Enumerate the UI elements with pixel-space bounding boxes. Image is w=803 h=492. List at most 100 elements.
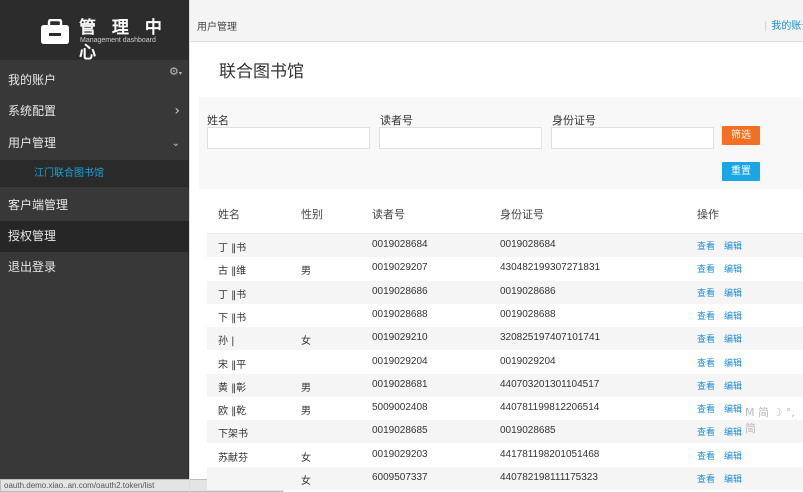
table-row: 古 ‖维 男 0019029207 430482199307271831 查看 编辑: [207, 257, 803, 280]
logo: 管 理 中 心 Management dashboard: [0, 0, 189, 63]
col-header-gender: 性别: [301, 208, 323, 221]
cell-name: 黄 ‖彰: [218, 382, 247, 394]
col-header-actions: 操作: [697, 208, 719, 221]
edit-link[interactable]: 编辑: [724, 472, 742, 485]
edit-link[interactable]: 编辑: [724, 379, 742, 392]
cell-reader: 5009002408: [372, 402, 428, 414]
cell-reader: 6009507337: [372, 472, 428, 483]
cell-reader: 0019029207: [372, 262, 428, 274]
cell-reader: 0019028688: [372, 308, 428, 320]
cell-gender: 女: [301, 452, 311, 464]
search-button[interactable]: 筛选: [722, 126, 760, 145]
edit-link[interactable]: 编辑: [724, 402, 742, 415]
cell-gender: 男: [301, 382, 311, 394]
name-input[interactable]: [207, 127, 370, 149]
chevron-right-icon: ›: [174, 103, 180, 119]
cell-reader: 0019029204: [372, 355, 428, 367]
sidebar-subitem-label: 江门联合图书馆: [34, 168, 104, 179]
cell-reader: 0019028684: [372, 239, 428, 250]
view-link[interactable]: 查看: [697, 332, 715, 345]
view-link[interactable]: 查看: [697, 309, 715, 322]
top-links: |我的账号|退: [760, 17, 803, 32]
edit-link[interactable]: 编辑: [724, 262, 742, 275]
id-input[interactable]: [551, 127, 714, 149]
sidebar-item-label: 我的账户: [8, 73, 57, 87]
cell-name: 丁 ‖书: [218, 243, 247, 254]
cell-id: 0019028688: [500, 308, 556, 320]
sidebar-item-label: 用户管理: [8, 136, 57, 150]
sidebar-subitem-jiangmen-library[interactable]: 江门联合图书馆: [0, 160, 189, 187]
cell-reader: 0019028681: [372, 378, 428, 390]
cell-id: 0019028684: [500, 239, 556, 250]
view-link[interactable]: 查看: [697, 286, 715, 299]
cell-name: 苏献芬: [218, 452, 248, 464]
sidebar-item-user-management[interactable]: 用户管理 ⌄: [0, 128, 189, 159]
my-account-link[interactable]: 我的账号: [771, 21, 803, 32]
view-link[interactable]: 查看: [697, 262, 715, 275]
cell-gender: 男: [301, 406, 311, 418]
reader-label: 读者号: [380, 114, 413, 127]
reset-button[interactable]: 重置: [722, 162, 760, 181]
page-title: 联合图书馆: [219, 62, 304, 82]
cell-reader: 0019029210: [372, 332, 428, 344]
table-row: 宋 ‖平 0019029204 0019029204 查看 编辑: [207, 351, 803, 374]
sidebar-item-my-account[interactable]: 我的账户 ⚙▾: [0, 63, 189, 93]
view-link[interactable]: 查看: [697, 449, 715, 462]
cell-name: 丁 ‖书: [218, 289, 247, 301]
sidebar-item-system-config[interactable]: 系统配置 ›: [0, 96, 189, 127]
table-row: 丁 ‖书 0019028686 0019028686 查看 编辑: [207, 280, 803, 304]
cell-reader: 0019028686: [372, 285, 428, 297]
sidebar-item-label: 授权管理: [8, 229, 57, 243]
table-row: 丁 ‖书 0019028684 0019028684 查看 编辑: [207, 234, 803, 257]
edit-link[interactable]: 编辑: [724, 425, 742, 438]
cell-name: 宋 ‖平: [218, 359, 247, 371]
table-row: 下架书 0019028685 0019028685 查看 编辑: [207, 420, 803, 444]
view-link[interactable]: 查看: [697, 472, 715, 485]
table-row: 孙 | 女 0019029210 320825197407101741 查看 编辑: [207, 327, 803, 351]
sidebar-item-label: 系统配置: [8, 104, 57, 118]
view-link[interactable]: 查看: [697, 379, 715, 392]
table-row: 苏献芬 女 0019029203 441781198201051468 查看 编辑: [207, 444, 803, 467]
sidebar-item-label: 客户端管理: [8, 198, 69, 212]
sidebar-item-client-management[interactable]: 客户端管理: [0, 190, 189, 221]
edit-link[interactable]: 编辑: [724, 356, 742, 369]
sidebar-item-label: 退出登录: [8, 260, 57, 274]
top-link-separator: |: [764, 21, 768, 32]
gear-icon[interactable]: ⚙▾: [169, 66, 182, 79]
edit-link[interactable]: 编辑: [724, 286, 742, 299]
cell-id: 440781199812206514: [500, 402, 600, 414]
cell-id: 0019029204: [500, 355, 556, 367]
view-link[interactable]: 查看: [697, 239, 715, 252]
cell-id: 441781198201051468: [500, 448, 600, 460]
cell-name: 下 ‖书: [218, 312, 247, 324]
col-header-reader: 读者号: [372, 208, 405, 221]
col-header-id: 身份证号: [500, 208, 544, 221]
edit-link[interactable]: 编辑: [724, 449, 742, 462]
chevron-down-icon: ⌄: [171, 138, 180, 149]
cell-name: 古 ‖维: [218, 266, 247, 278]
reader-input[interactable]: [379, 127, 542, 149]
view-link[interactable]: 查看: [697, 402, 715, 415]
cell-id: 0019028686: [500, 285, 556, 297]
edit-link[interactable]: 编辑: [724, 332, 742, 345]
logo-subtitle: Management dashboard: [80, 37, 156, 44]
view-link[interactable]: 查看: [697, 425, 715, 438]
edit-link[interactable]: 编辑: [724, 239, 742, 252]
sidebar-item-logout[interactable]: 退出登录: [0, 252, 189, 283]
cell-id: 440782198111175323: [500, 472, 598, 483]
cell-gender: 男: [301, 266, 311, 278]
cell-gender: 女: [301, 336, 311, 348]
breadcrumb: 用户管理: [197, 22, 237, 33]
sidebar-item-authorization[interactable]: 授权管理: [0, 221, 189, 252]
cell-id: 0019028685: [500, 425, 556, 437]
table-row: 黄 ‖彰 男 0019028681 440703201301104517 查看 编辑: [207, 373, 803, 397]
cell-id: 440703201301104517: [500, 378, 600, 390]
cell-name: 下架书: [218, 429, 248, 441]
cell-id: 320825197407101741: [500, 332, 601, 344]
view-link[interactable]: 查看: [697, 356, 715, 369]
name-label: 姓名: [207, 114, 229, 127]
edit-link[interactable]: 编辑: [724, 309, 742, 322]
cell-name: 孙 |: [218, 336, 235, 348]
cell-id: 430482199307271831: [500, 262, 601, 274]
cell-name: 欧 ‖乾: [218, 406, 247, 418]
